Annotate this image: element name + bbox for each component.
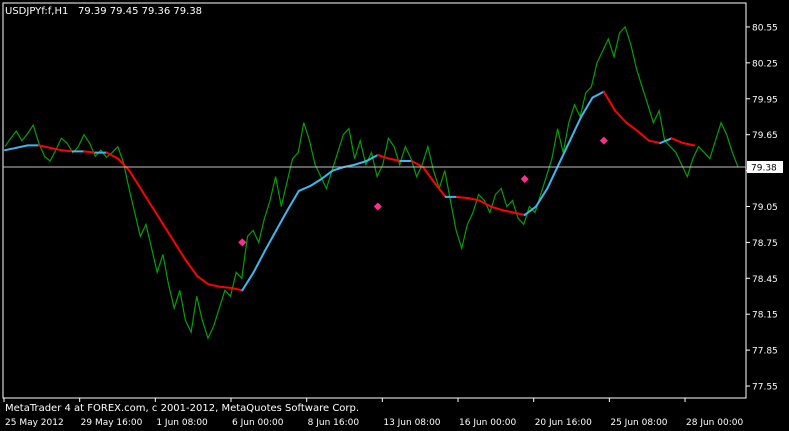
ma-segment xyxy=(670,137,684,144)
y-tick-label: 77.85 xyxy=(752,347,778,357)
ma-segment xyxy=(275,209,289,232)
x-tick-label: 1 Jun 08:00 xyxy=(156,418,208,428)
chart-canvas: 79.38 80.55 80.25 79.95 79.65 79.05 78.75 78.45… xyxy=(2,2,783,428)
y-tick-label: 79.05 xyxy=(752,203,778,213)
x-tick-label: 20 Jun 16:00 xyxy=(535,418,592,428)
ma-segment xyxy=(162,223,176,244)
ma-segment xyxy=(286,189,300,212)
ma-segment xyxy=(241,271,255,292)
ma-segment xyxy=(489,205,504,212)
y-tick-label: 79.65 xyxy=(752,131,778,141)
x-tick-label: 29 May 16:00 xyxy=(81,418,143,428)
signal-marker xyxy=(520,174,529,183)
ma-segment xyxy=(49,146,63,152)
ma-segment xyxy=(501,209,515,214)
y-tick-label: 79.95 xyxy=(752,95,778,105)
price-series xyxy=(4,25,739,340)
ma-segment xyxy=(455,195,470,200)
ma-segment xyxy=(252,249,266,274)
chart-window: 79.38 80.55 80.25 79.95 79.65 79.05 78.75 78.45… xyxy=(0,0,789,431)
ma-segment xyxy=(173,241,187,262)
ma-segment xyxy=(128,169,142,190)
ma-segment xyxy=(354,160,368,166)
ma-segment xyxy=(568,115,583,142)
ma-segment xyxy=(83,150,97,154)
ma-segment xyxy=(196,274,210,286)
x-tick-label: 13 Jun 08:00 xyxy=(383,418,440,428)
signal-marker xyxy=(238,238,247,247)
ma-segment xyxy=(218,285,232,289)
signal-marker xyxy=(599,136,608,145)
y-tick-label: 78.15 xyxy=(752,311,778,321)
ma-segment xyxy=(4,146,18,152)
y-tick-label: 78.75 xyxy=(752,239,778,249)
ma-segment xyxy=(602,90,617,112)
ma-segment xyxy=(117,157,131,172)
ma-segment xyxy=(591,90,605,99)
y-tick-label: 80.55 xyxy=(752,23,778,33)
y-tick-label: 77.55 xyxy=(752,383,778,393)
ma-segment xyxy=(614,109,628,124)
ma-segment xyxy=(636,130,650,142)
y-tick-label: 78.45 xyxy=(752,275,778,285)
ma-segment xyxy=(625,121,639,133)
ma-segment xyxy=(297,185,312,192)
x-tick-label: 28 Jun 00:00 xyxy=(686,418,743,428)
x-tick-label: 25 May 2012 xyxy=(5,418,64,428)
chart-copyright: MetaTrader 4 at FOREX.com, c 2001-2012, … xyxy=(5,403,359,414)
ma-segment xyxy=(648,139,662,144)
axes: 79.38 80.55 80.25 79.95 79.65 79.05 78.75 78.45… xyxy=(2,2,783,428)
ma-segment xyxy=(184,259,199,277)
signal-marker xyxy=(373,202,382,211)
x-tick-label: 6 Jun 00:00 xyxy=(232,418,284,428)
ma-segment xyxy=(388,157,402,162)
ma-segment xyxy=(207,283,221,288)
x-tick-label: 16 Jun 00:00 xyxy=(459,418,516,428)
chart-symbol: USDJPYf:f,H1 xyxy=(5,6,68,17)
ma-segment xyxy=(150,205,165,226)
x-tick-label: 8 Jun 16:00 xyxy=(308,418,360,428)
price-line xyxy=(4,25,739,340)
y-tick-label: 80.25 xyxy=(752,59,778,69)
chart-ohlc: 79.39 79.45 79.36 79.38 xyxy=(78,6,202,17)
current-price-label: 79.38 xyxy=(751,163,777,173)
ma-segment xyxy=(376,154,391,160)
ma-segment xyxy=(60,149,74,153)
moving-average xyxy=(4,90,696,292)
ma-segment xyxy=(331,166,345,172)
ma-segment xyxy=(263,229,278,252)
x-tick-label: 25 Jun 08:00 xyxy=(610,418,667,428)
ma-segment xyxy=(139,187,153,208)
ma-segment xyxy=(309,178,323,188)
ma-segment xyxy=(15,144,29,149)
ma-segment xyxy=(512,211,526,216)
ma-segment xyxy=(230,286,244,292)
ma-segment xyxy=(681,142,696,147)
